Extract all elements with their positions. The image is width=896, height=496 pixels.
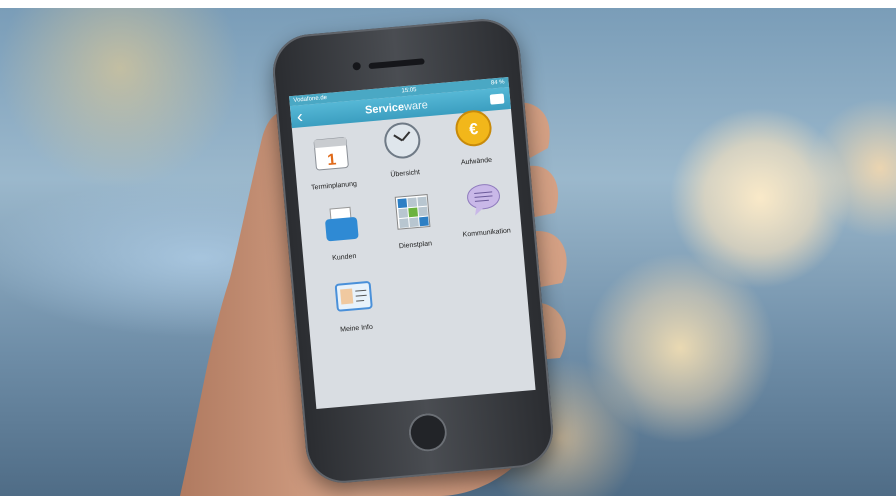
home-button[interactable] <box>407 411 449 453</box>
tile-label: Kommunikation <box>462 227 512 239</box>
tile-label: Übersicht <box>390 169 421 179</box>
tile-label: Meine Info <box>339 323 374 334</box>
earpiece-speaker <box>368 58 425 70</box>
back-chevron-icon[interactable]: ‹ <box>296 106 304 126</box>
id-card-icon <box>334 281 373 312</box>
tile-label: Kunden <box>331 252 357 263</box>
card-box-icon <box>325 206 359 242</box>
euro-coin-icon: € <box>455 110 492 147</box>
front-camera <box>352 61 362 71</box>
tile-dienstplan[interactable]: Dienstplan <box>376 189 451 252</box>
speech-bubble-icon <box>467 184 501 216</box>
tile-uebersicht[interactable]: Übersicht <box>366 118 441 181</box>
phone-screen: Vodafone.de 15:05 84 % ‹ Serviceware 1 T… <box>289 77 536 410</box>
tile-terminplanung[interactable]: 1 Terminplanung <box>295 130 370 193</box>
clock-icon <box>384 122 421 159</box>
photo-scene: Vodafone.de 15:05 84 % ‹ Serviceware 1 T… <box>0 8 896 496</box>
smartphone: Vodafone.de 15:05 84 % ‹ Serviceware 1 T… <box>269 16 557 486</box>
svg-text:1: 1 <box>327 151 337 169</box>
status-time: 15:05 <box>401 87 417 95</box>
tile-label: Aufwände <box>460 156 493 167</box>
brand-light: ware <box>403 99 429 114</box>
brand-strong: Service <box>364 101 405 117</box>
schedule-grid-icon <box>394 194 431 230</box>
app-brand: Serviceware <box>365 99 429 116</box>
tile-kommunikation[interactable]: Kommunikation <box>447 177 522 240</box>
tile-kunden[interactable]: Kunden <box>305 201 380 264</box>
chat-icon[interactable] <box>489 93 505 105</box>
tile-label: Terminplanung <box>310 180 358 192</box>
svg-text:€: € <box>468 121 478 139</box>
tile-label: Dienstplan <box>398 240 433 251</box>
battery-level: 84 % <box>490 79 505 87</box>
calendar-icon: 1 <box>313 137 349 171</box>
tile-meine-info[interactable]: Meine Info <box>317 272 392 335</box>
tile-aufwaende[interactable]: € Aufwände <box>437 105 512 168</box>
